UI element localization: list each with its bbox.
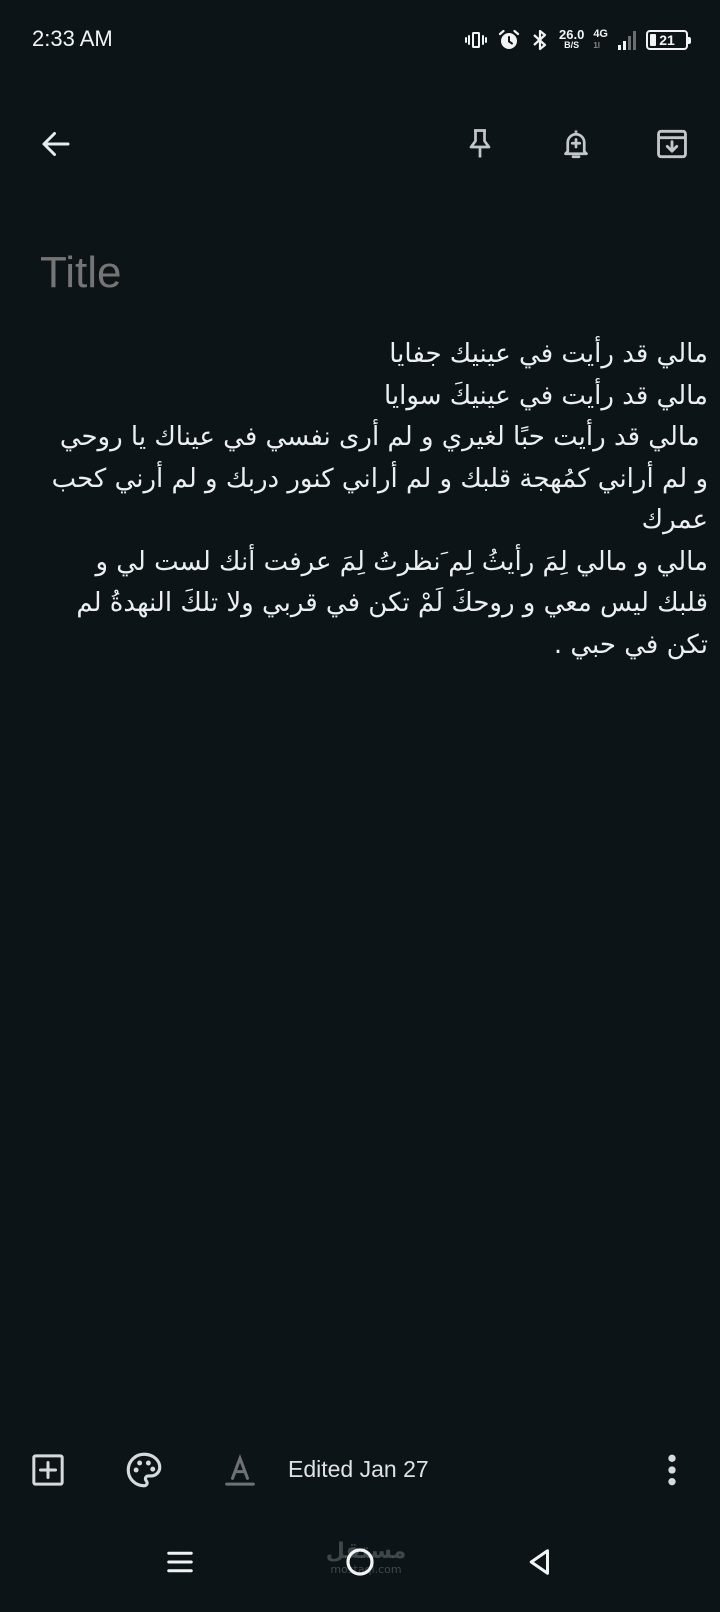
text-format-icon: [225, 1454, 255, 1486]
bluetooth-icon: [530, 28, 550, 52]
home-icon: [346, 1548, 374, 1576]
add-box-icon: [32, 1454, 64, 1486]
archive-button[interactable]: [644, 116, 700, 172]
note-toolbar: [0, 110, 720, 180]
note-title-input[interactable]: [40, 248, 680, 298]
net-speed-unit: B/S: [564, 40, 580, 50]
more-options-button[interactable]: [644, 1438, 700, 1502]
signal-icon: [617, 29, 637, 51]
text-format-button[interactable]: [212, 1438, 268, 1502]
pin-button[interactable]: [452, 116, 508, 172]
reminder-bell-icon: [564, 130, 588, 159]
network-type-sub: 1l: [593, 41, 600, 50]
network-type-label: 4G: [593, 28, 608, 40]
recent-apps-button[interactable]: [150, 1532, 210, 1592]
network-type: 4G 1l: [593, 29, 608, 51]
battery-icon: 21: [646, 30, 691, 50]
background-options-button[interactable]: [116, 1438, 172, 1502]
back-triangle-icon: [529, 1549, 549, 1575]
reminder-button[interactable]: [548, 116, 604, 172]
note-body[interactable]: مالي قد رأيت في عينيك جفايا مالي قد رأيت…: [40, 334, 708, 666]
net-speed-value: 26.0: [559, 27, 585, 42]
pin-icon: [469, 129, 491, 158]
back-button[interactable]: [28, 116, 84, 172]
palette-icon: [126, 1452, 162, 1488]
net-speed: 26.0 B/S: [559, 27, 585, 51]
alarm-icon: [497, 28, 521, 52]
note-bottom-bar: Edited Jan 27: [0, 1438, 720, 1502]
status-icons: 26.0 B/S 4G 1l 21: [464, 24, 691, 56]
nav-back-button[interactable]: [510, 1532, 570, 1592]
add-content-button[interactable]: [20, 1438, 76, 1502]
edited-timestamp: Edited Jan 27: [288, 1456, 429, 1482]
back-arrow-icon: [42, 132, 70, 156]
archive-icon: [657, 129, 687, 159]
recent-apps-icon: [167, 1551, 193, 1573]
home-button[interactable]: [330, 1532, 390, 1592]
vibrate-icon: [464, 28, 488, 52]
system-nav-bar: مستقل mostaql.com: [0, 1520, 720, 1612]
status-bar: 2:33 AM 26.0 B/S 4G 1l 21: [0, 0, 720, 80]
status-time: 2:33 AM: [32, 26, 113, 51]
more-vert-icon: [668, 1454, 676, 1486]
